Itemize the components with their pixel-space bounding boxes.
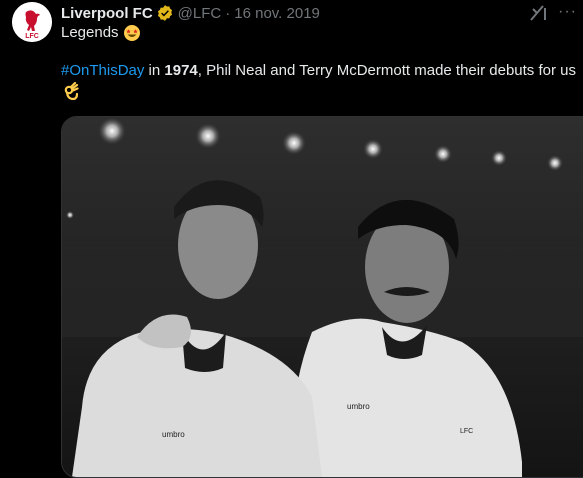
grok-icon[interactable] (528, 3, 550, 23)
umbro-logo-right: umbro (347, 402, 370, 411)
tweet-date[interactable]: 16 nov. 2019 (234, 5, 320, 22)
separator-dot: · (225, 4, 231, 22)
tweet-text: #OnThisDay in 1974, Phil Neal and Terry … (61, 60, 576, 107)
ok-hand-emoji-icon (63, 81, 79, 107)
star-struck-emoji-icon (123, 24, 141, 42)
more-options-icon[interactable]: ··· (558, 2, 580, 24)
tweet-text-legends: Legends (61, 24, 119, 41)
tweet-year: 1974 (164, 62, 198, 79)
tweet-photo[interactable]: umbro umbro LFC (61, 116, 583, 478)
avatar[interactable]: LFC (12, 2, 52, 42)
tweet-text-line1: Legends (61, 23, 141, 43)
tweet-text-rest: , Phil Neal and Terry McDermott made the… (197, 62, 576, 79)
lfc-crest-text: LFC (460, 428, 473, 435)
tweet-header: Liverpool FC @LFC · 16 nov. 2019 (61, 3, 320, 23)
author-handle[interactable]: @LFC (178, 5, 222, 22)
hashtag-link[interactable]: #OnThisDay (61, 62, 144, 79)
avatar-text: LFC (25, 33, 39, 40)
umbro-logo-left: umbro (162, 430, 185, 439)
tweet-text-in: in (144, 62, 165, 79)
liverbird-logo-icon: LFC (12, 2, 52, 42)
photo-image: umbro umbro LFC (62, 117, 583, 477)
author-name[interactable]: Liverpool FC (61, 5, 153, 22)
verified-badge-icon[interactable] (156, 4, 174, 22)
